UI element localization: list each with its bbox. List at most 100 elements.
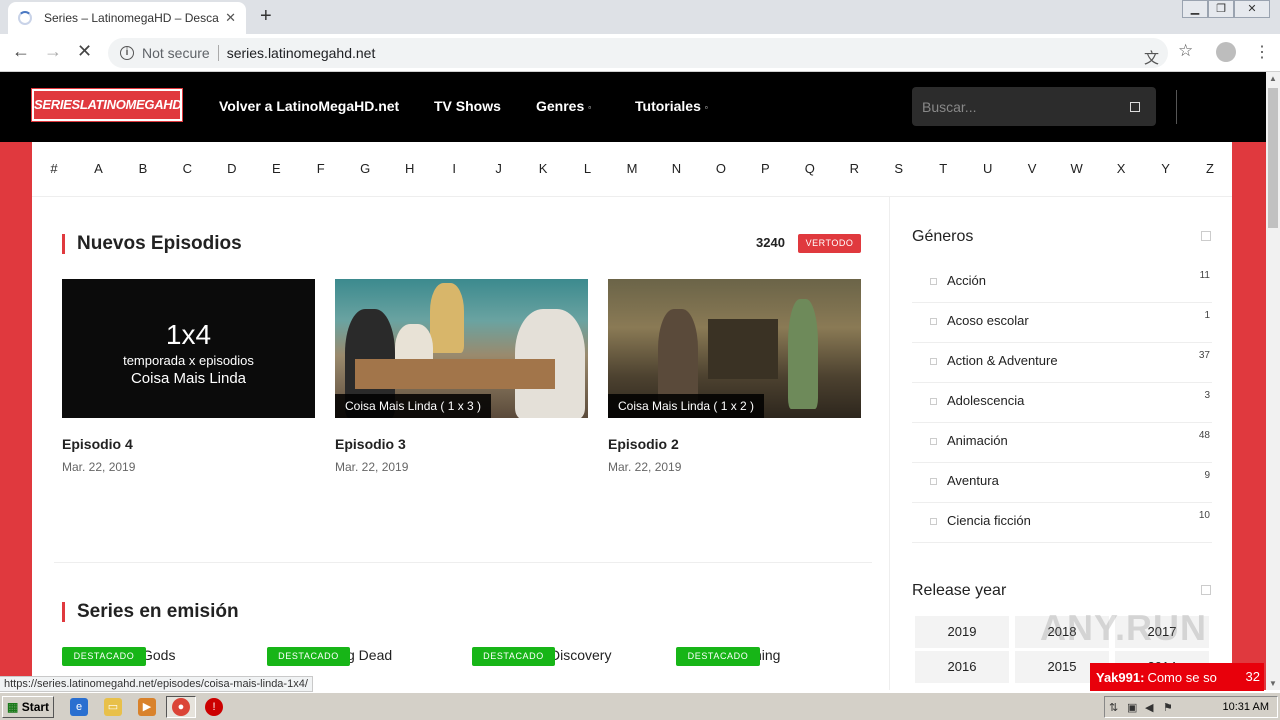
letter-link[interactable]: D — [227, 161, 236, 176]
media-player-icon[interactable]: ▶ — [138, 698, 156, 716]
episode-thumbnail[interactable]: Coisa Mais Linda ( 1 x 2 ) — [608, 279, 861, 418]
url-text[interactable]: series.latinomegahd.net — [227, 45, 376, 61]
browser-tab[interactable]: Series – LatinomegaHD – Descarga s ✕ — [8, 2, 246, 34]
chrome-task-button[interactable]: ● — [166, 696, 196, 718]
letter-link[interactable]: B — [139, 161, 148, 176]
letter-link[interactable]: R — [850, 161, 859, 176]
page-scrollbar[interactable]: ▲ ▼ — [1266, 72, 1280, 690]
episode-card[interactable]: 1x4 temporada x episodios Coisa Mais Lin… — [62, 279, 315, 474]
letter-link[interactable]: V — [1028, 161, 1037, 176]
nav-tv-shows[interactable]: TV Shows — [434, 98, 501, 114]
series-item-title[interactable]: Discovery — [550, 647, 611, 663]
letter-link[interactable]: K — [539, 161, 548, 176]
bookmark-star-icon[interactable]: ☆ — [1178, 41, 1193, 61]
genre-item[interactable]: Acción 11 — [912, 263, 1212, 303]
chat-notification[interactable]: Yak991: Como se so 32 — [1090, 663, 1264, 691]
letter-link[interactable]: A — [94, 161, 103, 176]
letter-link[interactable]: O — [716, 161, 726, 176]
restore-icon[interactable]: ❐ — [1208, 0, 1234, 18]
letter-link[interactable]: H — [405, 161, 414, 176]
browser-toolbar: ← → ✕ i Not secure series.latinomegahd.n… — [0, 34, 1280, 72]
chat-user: Yak991: — [1096, 669, 1145, 685]
folder-icon[interactable]: ▭ — [104, 698, 122, 716]
tab-close-icon[interactable]: ✕ — [225, 10, 236, 26]
letter-link[interactable]: T — [939, 161, 947, 176]
genre-item[interactable]: Animación 48 — [912, 423, 1212, 463]
letter-link[interactable]: U — [983, 161, 992, 176]
episode-card[interactable]: Coisa Mais Linda ( 1 x 3 ) Episodio 3 Ma… — [335, 279, 588, 474]
letter-link[interactable]: J — [495, 161, 502, 176]
episode-title[interactable]: Episodio 4 — [62, 436, 315, 452]
letter-link[interactable]: F — [317, 161, 325, 176]
letter-link[interactable]: X — [1117, 161, 1126, 176]
genre-item[interactable]: Acoso escolar 1 — [912, 303, 1212, 343]
nav-tutoriales[interactable]: Tutoriales ▫ — [635, 98, 708, 114]
letter-link[interactable]: Q — [805, 161, 815, 176]
genre-count: 11 — [1199, 270, 1210, 281]
episode-thumbnail[interactable]: Coisa Mais Linda ( 1 x 3 ) — [335, 279, 588, 418]
genre-name: Ciencia ficción — [947, 513, 1031, 528]
profile-avatar-icon[interactable] — [1216, 42, 1236, 62]
year-button[interactable]: 2019 — [915, 616, 1009, 648]
letter-link[interactable]: N — [672, 161, 681, 176]
letter-link[interactable]: C — [183, 161, 192, 176]
ie-icon[interactable]: e — [70, 698, 88, 716]
episode-card[interactable]: Coisa Mais Linda ( 1 x 2 ) Episodio 2 Ma… — [608, 279, 861, 474]
episode-title[interactable]: Episodio 2 — [608, 436, 861, 452]
minimize-icon[interactable]: ▁ — [1182, 0, 1208, 18]
close-window-icon[interactable]: ✕ — [1234, 0, 1270, 18]
letter-link[interactable]: S — [894, 161, 903, 176]
series-item-title[interactable]: g Dead — [347, 647, 392, 663]
genre-item[interactable]: Action & Adventure 37 — [912, 343, 1212, 383]
web-page: SERIESLATINOMEGAHD Volver a LatinoMegaHD… — [0, 72, 1266, 690]
genre-name: Animación — [947, 433, 1008, 448]
translate-icon[interactable]: 文 — [1144, 47, 1159, 68]
letter-link[interactable]: Z — [1206, 161, 1214, 176]
genre-item[interactable]: Ciencia ficción 10 — [912, 503, 1212, 543]
genre-item[interactable]: Adolescencia 3 — [912, 383, 1212, 423]
dropdown-caret-icon: ▫ — [588, 102, 592, 112]
stop-icon[interactable]: ✕ — [77, 41, 92, 62]
letter-link[interactable]: P — [761, 161, 770, 176]
tray-arrow-icon[interactable]: ⇅ — [1109, 701, 1118, 714]
opera-icon[interactable]: ! — [205, 698, 223, 716]
letter-link[interactable]: # — [50, 161, 57, 176]
main-column: Nuevos Episodios 3240 VERTODO 1x4 tempor… — [32, 197, 890, 690]
network-icon[interactable]: ▣ — [1127, 701, 1137, 714]
scroll-up-icon[interactable]: ▲ — [1266, 74, 1280, 83]
header-separator — [1176, 90, 1177, 124]
genre-count: 9 — [1204, 470, 1210, 481]
letter-link[interactable]: W — [1070, 161, 1082, 176]
letter-link[interactable]: G — [360, 161, 370, 176]
nav-genres[interactable]: Genres ▫ — [536, 98, 591, 114]
back-icon[interactable]: ← — [12, 41, 30, 62]
letter-link[interactable]: I — [452, 161, 456, 176]
episode-title[interactable]: Episodio 3 — [335, 436, 588, 452]
collapse-release-year-icon[interactable] — [1201, 585, 1211, 595]
menu-dots-icon[interactable]: ⋮ — [1254, 42, 1270, 62]
flag-icon[interactable]: ⚑ — [1163, 701, 1173, 714]
series-item-title[interactable]: Gods — [142, 647, 175, 663]
site-logo[interactable]: SERIESLATINOMEGAHD — [31, 88, 183, 122]
letter-link[interactable]: M — [627, 161, 638, 176]
collapse-genres-icon[interactable] — [1201, 231, 1211, 241]
new-tab-icon[interactable]: + — [260, 5, 272, 28]
info-icon[interactable]: i — [120, 46, 134, 60]
search-icon[interactable] — [1130, 101, 1140, 112]
start-button[interactable]: ▦ Start — [2, 696, 54, 718]
scroll-thumb[interactable] — [1268, 88, 1278, 228]
letter-link[interactable]: Y — [1161, 161, 1170, 176]
forward-icon[interactable]: → — [44, 41, 62, 62]
letter-link[interactable]: E — [272, 161, 281, 176]
nav-volver[interactable]: Volver a LatinoMegaHD.net — [219, 98, 399, 114]
episode-thumbnail[interactable]: 1x4 temporada x episodios Coisa Mais Lin… — [62, 279, 315, 418]
search-input[interactable]: Buscar... — [912, 87, 1156, 126]
genre-item[interactable]: Aventura 9 — [912, 463, 1212, 503]
episode-date: Mar. 22, 2019 — [608, 460, 682, 474]
volume-icon[interactable]: ◀ — [1145, 701, 1153, 714]
year-button[interactable]: 2016 — [915, 651, 1009, 683]
letter-link[interactable]: L — [584, 161, 591, 176]
see-all-button[interactable]: VERTODO — [798, 234, 861, 253]
address-bar[interactable]: i Not secure series.latinomegahd.net 文 — [108, 38, 1168, 68]
scroll-down-icon[interactable]: ▼ — [1266, 679, 1280, 688]
